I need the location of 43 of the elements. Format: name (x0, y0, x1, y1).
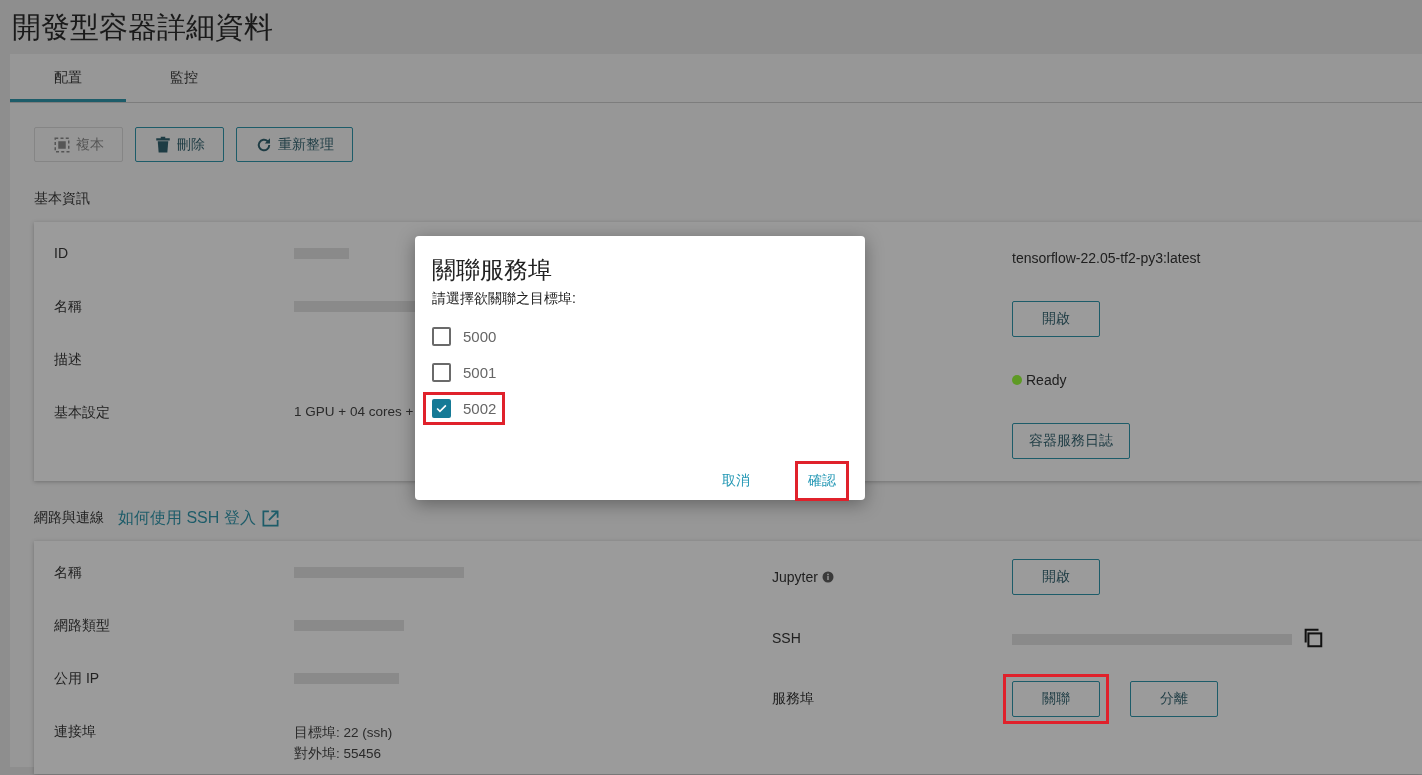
tab[interactable]: 監控 (126, 54, 242, 102)
page-title: 開發型容器詳細資料 (11, 10, 274, 45)
field-value: 目標埠: 22 (ssh) (294, 724, 393, 742)
checkbox-option[interactable]: 5002 (432, 398, 497, 418)
field-label: 名稱 (54, 564, 83, 582)
field-label: Jupyter (772, 568, 818, 585)
dialog-button[interactable]: 取消 (718, 468, 754, 494)
field-value: tensorflow-22.05-tf2-py3:latest (1012, 249, 1201, 266)
field-label: ID (54, 245, 69, 261)
field-label: 網路類型 (54, 617, 111, 635)
status-text: Ready (1026, 371, 1067, 388)
toolbar-button[interactable]: 刪除 (135, 127, 224, 162)
field-label: SSH (772, 629, 801, 646)
field-value: 1 GPU + 04 cores + (294, 404, 414, 419)
action-button[interactable]: 開啟 (1012, 300, 1100, 337)
dialog-title: 關聯服務埠 (432, 255, 553, 285)
section-title: 基本資訊 (34, 190, 90, 208)
action-button[interactable]: 關聯 (1012, 680, 1100, 717)
field-label: 連接埠 (54, 723, 97, 741)
checkbox[interactable] (432, 326, 451, 346)
trash-icon (154, 135, 172, 154)
action-button[interactable]: 開啟 (1012, 558, 1100, 595)
field-label: 描述 (54, 351, 83, 369)
field-label: 公用 IP (54, 670, 101, 688)
toolbar-button[interactable]: 重新整理 (236, 127, 353, 162)
copy-icon[interactable] (1302, 626, 1324, 649)
field-value: 對外埠: 55456 (294, 745, 383, 763)
dialog-button[interactable]: 確認 (804, 468, 840, 494)
checkbox[interactable] (432, 362, 451, 382)
field-label: 服務埠 (772, 689, 814, 708)
field-label: 名稱 (54, 298, 83, 316)
checkbox[interactable] (432, 398, 451, 418)
section-title: 網路與連線 (34, 509, 104, 527)
field-label: 基本設定 (54, 404, 111, 422)
checkbox-option[interactable]: 5000 (432, 326, 497, 346)
select-icon (53, 135, 71, 154)
dialog-prompt: 請選擇欲關聯之目標埠: (432, 290, 577, 308)
action-button[interactable]: 分離 (1130, 680, 1218, 717)
checkbox-option[interactable]: 5001 (432, 362, 497, 382)
help-link[interactable]: 如何使用 SSH 登入 (118, 507, 256, 529)
tab[interactable]: 配置 (10, 54, 126, 102)
external-link-icon (260, 508, 280, 528)
action-button[interactable]: 容器服務日誌 (1012, 422, 1130, 459)
